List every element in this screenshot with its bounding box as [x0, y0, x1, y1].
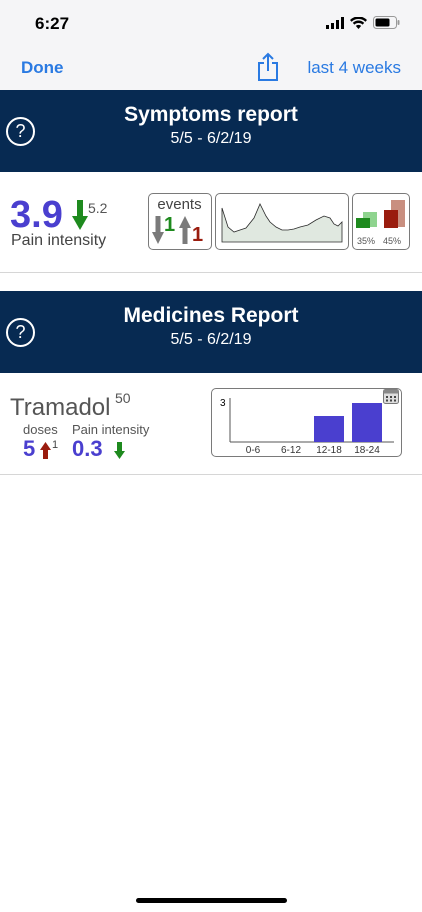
battery-icon — [373, 16, 400, 29]
x-tick-label: 6-12 — [281, 445, 301, 455]
symptoms-dates: 5/5 - 6/2/19 — [170, 130, 252, 147]
doses-change: 1 — [52, 439, 59, 451]
medicines-title: Medicines Report — [123, 304, 299, 327]
comparison-bars[interactable]: 35% 45% — [352, 193, 410, 250]
pain-intensity-row[interactable]: 3.9 5.2 Pain intensity events 1 1 35% 45… — [0, 172, 422, 273]
home-indicator — [136, 898, 287, 903]
x-tick-label: 18-24 — [354, 445, 380, 455]
doses-label: doses — [23, 422, 58, 437]
events-down-count: 1 — [164, 214, 176, 236]
events-box[interactable]: events 1 1 — [148, 193, 212, 250]
doses-by-time-chart[interactable]: 3 0-6 6-12 12-18 18-24 — [211, 388, 402, 457]
doses-bar-chart: 3 0-6 6-12 12-18 18-24 — [220, 398, 394, 456]
medicine-name: Tramadol — [10, 394, 111, 421]
wifi-icon — [350, 16, 367, 29]
comparison-bar-chart — [356, 200, 405, 228]
status-time: 6:27 — [35, 14, 70, 33]
nav-bar: Done last 4 weeks — [0, 44, 422, 90]
sparkline-chart — [221, 203, 343, 243]
medicine-dose-mg: 50 — [115, 390, 131, 406]
events-down-arrow-icon — [152, 216, 164, 244]
bar-18-24 — [352, 403, 382, 442]
medicine-row-tramadol[interactable]: Tramadol 50 doses Pain intensity 5 1 0.3… — [0, 374, 422, 475]
events-up-count: 1 — [192, 224, 204, 246]
done-button[interactable]: Done — [21, 58, 64, 78]
status-bar: 6:27 — [0, 0, 422, 44]
x-tick-label: 0-6 — [246, 445, 261, 455]
x-tick-label: 12-18 — [316, 445, 342, 455]
pain-intensity-value: 3.9 — [10, 194, 63, 236]
status-icons — [326, 16, 400, 29]
events-title: events — [157, 196, 202, 213]
pain-intensity-previous: 5.2 — [88, 200, 108, 216]
medicines-header: ? Medicines Report 5/5 - 6/2/19 — [0, 291, 422, 373]
bar-12-18 — [314, 416, 344, 442]
signal-icon — [326, 16, 344, 29]
calendar-icon[interactable] — [383, 389, 399, 404]
decrease-arrow-icon — [72, 200, 88, 230]
events-up-arrow-icon — [179, 216, 191, 244]
medicine-pain-label: Pain intensity — [72, 422, 150, 437]
pain-change-value: 0.3 — [72, 436, 103, 461]
bar-label-right: 45% — [383, 236, 402, 246]
pain-intensity-label: Pain intensity — [11, 232, 107, 249]
symptoms-title: Symptoms report — [124, 103, 298, 126]
bar-label-left: 35% — [357, 236, 376, 246]
symptoms-header: ? Symptoms report 5/5 - 6/2/19 — [0, 90, 422, 172]
doses-up-arrow-icon — [40, 442, 51, 459]
pain-down-arrow-icon — [114, 442, 125, 459]
medicines-dates: 5/5 - 6/2/19 — [170, 331, 252, 348]
share-icon[interactable] — [256, 52, 280, 82]
pain-sparkline[interactable] — [215, 193, 349, 250]
date-range-button[interactable]: last 4 weeks — [307, 58, 401, 78]
y-tick-label: 3 — [220, 398, 226, 409]
doses-value: 5 — [23, 436, 36, 461]
